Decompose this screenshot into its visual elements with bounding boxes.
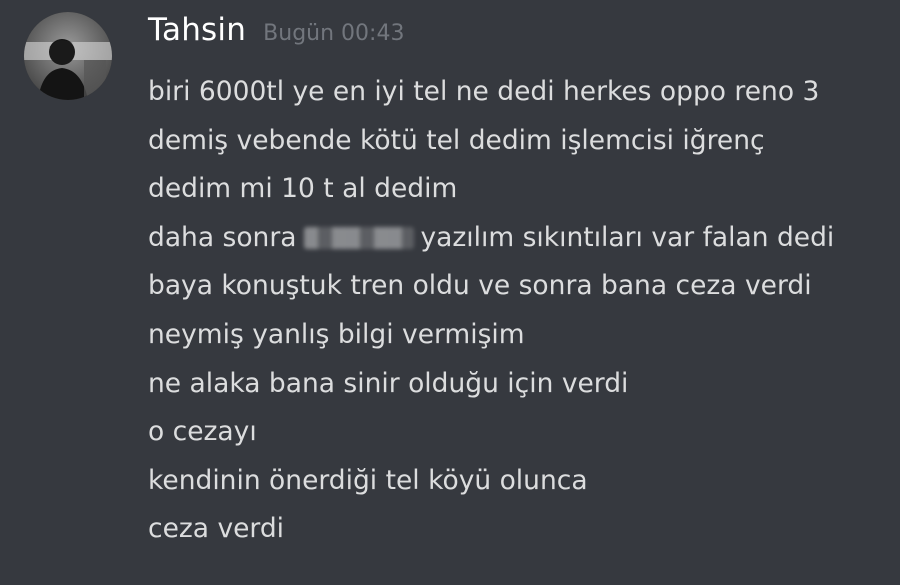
message-line: dedim mi 10 t al dedim xyxy=(148,173,458,205)
message-line: biri 6000tl ye en iyi tel ne dedi herkes… xyxy=(148,76,820,107)
message-timestamp: Bugün 00:43 xyxy=(263,21,405,46)
message-line: ceza verdi xyxy=(148,513,285,545)
message-line: daha sonra yazılım sıkıntıları var falan … xyxy=(148,214,888,263)
redacted-text xyxy=(304,226,415,249)
chat-message: Tahsin Bugün 00:43 biri 6000tl ye en iyi… xyxy=(0,0,900,585)
message-line-end: yazılım sıkıntıları var falan dedi xyxy=(420,221,835,253)
message-line: neymiş yanlış bilgi vermişim xyxy=(148,318,525,350)
message-content: biri 6000tl ye en iyi tel ne dedi herkes… xyxy=(148,68,888,554)
message-line: baya konuştuk tren oldu ve sonra bana ce… xyxy=(148,270,812,302)
user-avatar-icon[interactable] xyxy=(24,12,112,100)
message-line-start: daha sonra xyxy=(148,221,297,253)
message-line: demiş vebende kötü tel dedim işlemcisi i… xyxy=(148,124,765,156)
message-line: ne alaka bana sinir olduğu için verdi xyxy=(148,367,629,399)
message-line: kendinin önerdiği tel köyü olunca xyxy=(148,464,588,496)
message-header: Tahsin Bugün 00:43 xyxy=(148,12,404,58)
username[interactable]: Tahsin xyxy=(148,12,246,48)
message-line: o cezayı xyxy=(148,416,257,448)
